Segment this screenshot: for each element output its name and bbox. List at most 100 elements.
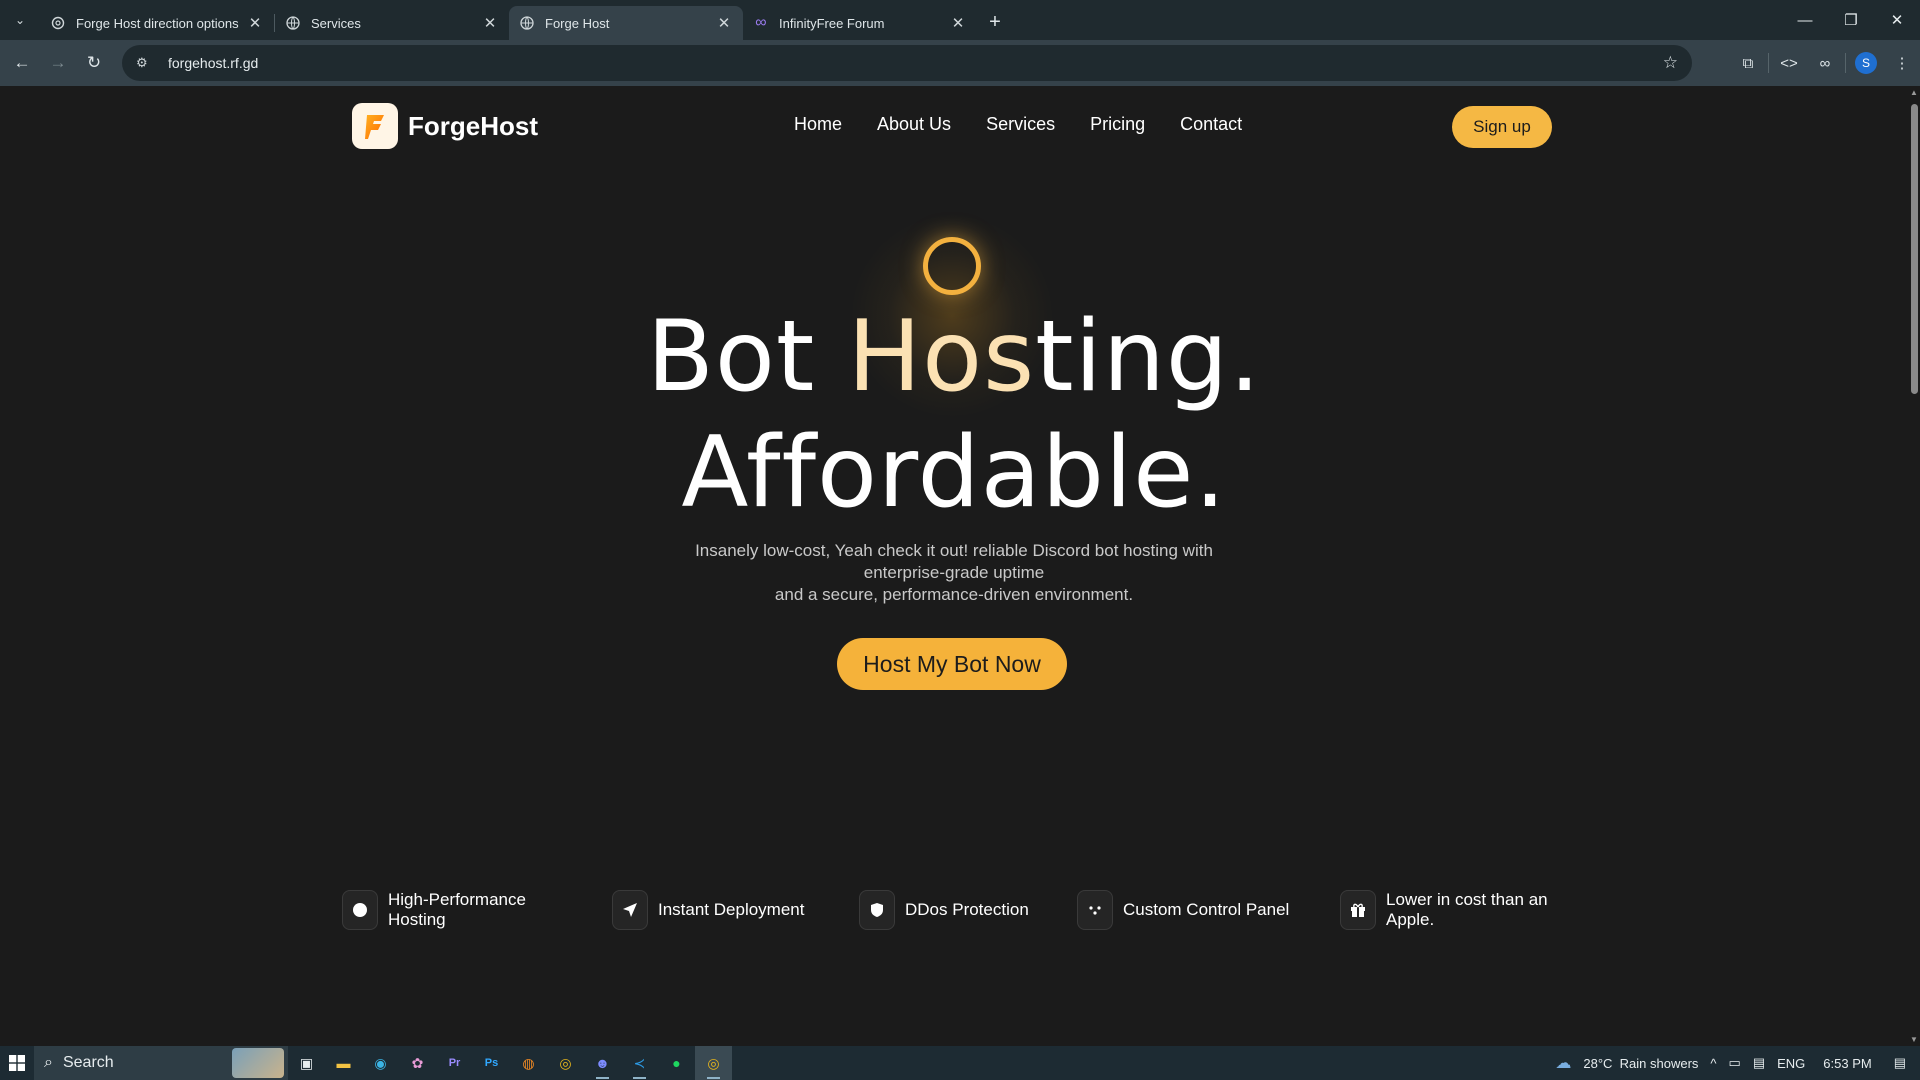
brand-name: ForgeHost — [408, 110, 538, 141]
close-icon[interactable]: ✕ — [949, 14, 967, 32]
shield-icon — [859, 890, 895, 930]
hero-headline-line1: Bot Hosting. — [0, 300, 1908, 414]
headline-text: Bot — [646, 300, 848, 414]
discord-icon[interactable]: ☻ — [584, 1046, 621, 1080]
tab-title: Forge Host — [545, 15, 610, 31]
tab-title: InfinityFree Forum — [779, 15, 885, 31]
network-icon[interactable]: ▤ — [1753, 1055, 1765, 1071]
nav-pricing[interactable]: Pricing — [1090, 114, 1145, 135]
close-icon[interactable]: ✕ — [715, 14, 733, 32]
new-tab-button[interactable]: + — [981, 8, 1009, 36]
minimize-button[interactable]: — — [1782, 0, 1828, 40]
chrome-active-icon[interactable]: ◎ — [695, 1046, 732, 1080]
profile-button[interactable]: S — [1848, 45, 1884, 81]
system-tray: ☁ 28°C Rain showers ^ ▭ ▤ ENG 6:53 PM ▤ — [1549, 1046, 1920, 1080]
address-bar[interactable]: ⚙ forgehost.rf.gd ☆ — [122, 45, 1692, 81]
tab-forge-host[interactable]: Forge Host ✕ — [509, 6, 743, 40]
window-controls: — ❐ ✕ — [1782, 0, 1920, 40]
task-view-icon[interactable]: ▣ — [288, 1046, 325, 1080]
tab-search-button[interactable]: ⌄ — [6, 6, 34, 34]
premiere-pro-icon[interactable]: Pr — [436, 1046, 473, 1080]
close-icon[interactable]: ✕ — [481, 14, 499, 32]
feature-item: Custom Control Panel — [1077, 890, 1289, 930]
signup-button[interactable]: Sign up — [1452, 106, 1552, 148]
feature-label: DDos Protection — [905, 900, 1029, 919]
language-indicator[interactable]: ENG — [1777, 1056, 1805, 1071]
close-icon[interactable]: ✕ — [246, 14, 264, 32]
globe-icon — [285, 15, 301, 31]
tab-forge-host-direction[interactable]: Forge Host direction options ✕ — [40, 6, 274, 40]
close-window-button[interactable]: ✕ — [1874, 0, 1920, 40]
feature-item: Instant Deployment — [612, 890, 804, 930]
site-info-icon[interactable]: ⚙ — [136, 55, 156, 71]
search-highlight-image — [232, 1048, 284, 1078]
back-button[interactable]: ← — [4, 45, 40, 81]
feature-label: Lower in cost than an Apple. — [1386, 890, 1548, 929]
hero-headline-line2: Affordable. — [681, 416, 1227, 530]
forward-button[interactable]: → — [40, 45, 76, 81]
windows-taskbar: ⌕ Search ▣ ▬ ◉ ✿ Pr Ps ◍ ◎ ☻ ≺ ● ◎ ☁ 28°… — [0, 1046, 1920, 1080]
globe-icon — [519, 15, 535, 31]
infinity-icon: ∞ — [755, 14, 767, 31]
gift-icon — [1340, 890, 1376, 930]
nav-contact[interactable]: Contact — [1180, 114, 1242, 135]
toolbar-separator — [1845, 53, 1846, 73]
weather-text[interactable]: 28°C Rain showers — [1583, 1056, 1698, 1071]
tab-services[interactable]: Services ✕ — [275, 6, 509, 40]
spotify-icon[interactable]: ● — [658, 1046, 695, 1080]
photoshop-icon[interactable]: Ps — [473, 1046, 510, 1080]
tab-infinityfree-forum[interactable]: ∞ InfinityFree Forum ✕ — [743, 6, 977, 40]
file-explorer-icon[interactable]: ▬ — [325, 1046, 362, 1080]
reload-button[interactable]: ↻ — [76, 45, 112, 81]
hero-subtext: Insanely low-cost, Yeah check it out! re… — [654, 540, 1254, 606]
tray-overflow-icon[interactable]: ^ — [1710, 1056, 1716, 1071]
page-viewport: ForgeHost Home About Us Services Pricing… — [0, 86, 1908, 1046]
nav-home[interactable]: Home — [794, 114, 842, 135]
subtext-line: Insanely low-cost, Yeah check it out! re… — [695, 541, 1213, 582]
browser-toolbar: ← → ↻ ⚙ forgehost.rf.gd ☆ ⧉ <> ∞ S ⋮ — [0, 40, 1920, 86]
nav-about-us[interactable]: About Us — [877, 114, 951, 135]
scroll-up-arrow-icon[interactable]: ▲ — [1908, 88, 1920, 97]
notifications-icon[interactable]: ▤ — [1894, 1055, 1906, 1071]
feature-item: High-Performance Hosting — [342, 890, 548, 930]
send-icon — [612, 890, 648, 930]
weather-icon[interactable]: ☁ — [1555, 1053, 1571, 1073]
feature-label: Custom Control Panel — [1123, 900, 1290, 919]
circle-icon — [342, 890, 378, 930]
scrollbar-thumb[interactable] — [1911, 104, 1918, 394]
menu-icon[interactable]: ⋮ — [1884, 45, 1920, 81]
chrome-icon[interactable]: ◎ — [547, 1046, 584, 1080]
meet-icon[interactable]: ▭ — [1729, 1055, 1741, 1071]
feature-item: DDos Protection — [859, 890, 1029, 930]
tab-title: Forge Host direction options — [76, 15, 239, 31]
vscode-icon[interactable]: ≺ — [621, 1046, 658, 1080]
extensions-icon[interactable]: ⧉ — [1730, 45, 1766, 81]
taskbar-search[interactable]: ⌕ Search — [34, 1046, 288, 1080]
windows-start-icon[interactable] — [0, 1046, 34, 1080]
headline-text: ting. — [1035, 300, 1262, 414]
tab-strip: ⌄ Forge Host direction options ✕ Service… — [0, 0, 1920, 40]
subtext-line: and a secure, performance-driven environ… — [774, 585, 1134, 604]
page-scrollbar[interactable]: ▲ ▼ — [1908, 86, 1920, 1046]
nav-services[interactable]: Services — [986, 114, 1055, 135]
code-icon[interactable]: <> — [1771, 45, 1807, 81]
brand-logo-link[interactable]: ForgeHost — [352, 103, 538, 149]
link-icon[interactable]: ∞ — [1807, 45, 1843, 81]
features-row: High-Performance Hosting Instant Deploym… — [342, 890, 1548, 934]
scroll-down-arrow-icon[interactable]: ▼ — [1908, 1035, 1920, 1044]
copilot-icon[interactable]: ✿ — [399, 1046, 436, 1080]
feature-item: Lower in cost than an Apple. — [1340, 890, 1556, 930]
bookmark-star-icon[interactable]: ☆ — [1663, 53, 1678, 73]
openai-icon — [50, 15, 66, 31]
restore-button[interactable]: ❐ — [1828, 0, 1874, 40]
hero-ring-icon — [923, 237, 981, 295]
feature-label: Instant Deployment — [658, 900, 805, 919]
site-header: ForgeHost Home About Us Services Pricing… — [0, 86, 1908, 168]
toolbar-actions: ⧉ <> ∞ S ⋮ — [1730, 45, 1920, 81]
url-text: forgehost.rf.gd — [168, 55, 259, 71]
edge-icon[interactable]: ◉ — [362, 1046, 399, 1080]
feature-label: High-Performance Hosting — [388, 890, 526, 929]
blender-icon[interactable]: ◍ — [510, 1046, 547, 1080]
host-bot-button[interactable]: Host My Bot Now — [837, 638, 1067, 690]
clock-time[interactable]: 6:53 PM — [1823, 1056, 1871, 1071]
